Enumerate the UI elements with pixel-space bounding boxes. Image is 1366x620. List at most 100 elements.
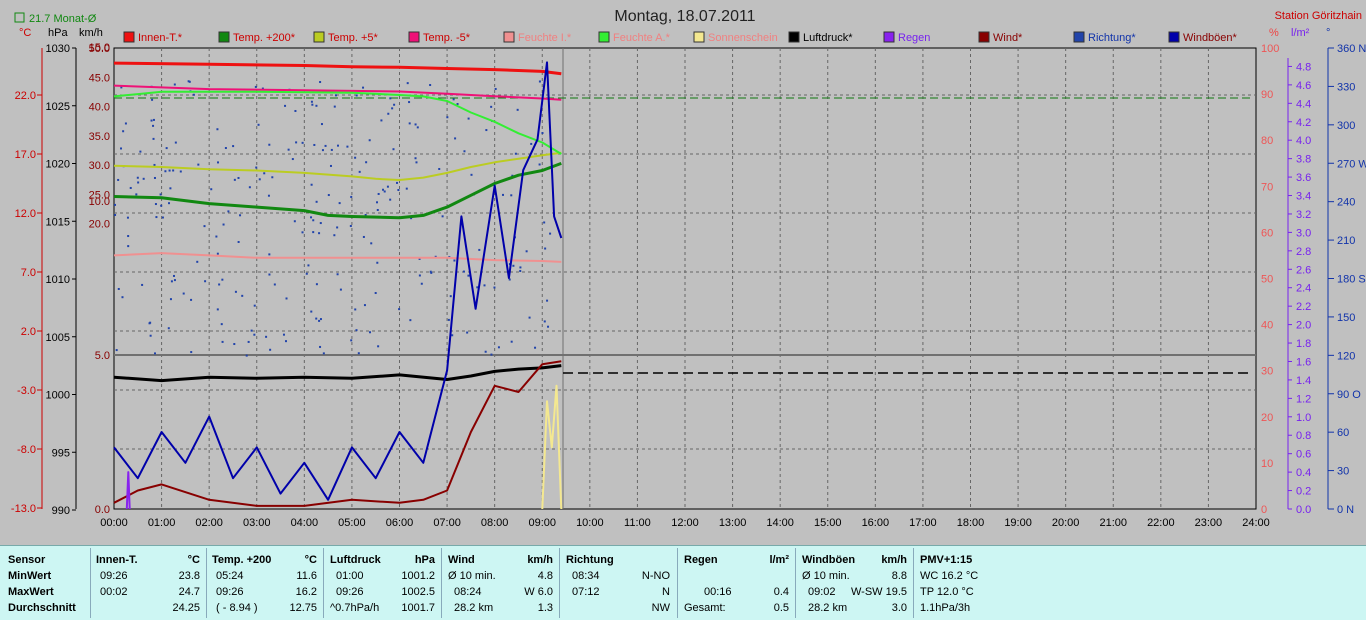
direction-dot	[416, 126, 419, 129]
tick-label-time: 02:00	[195, 517, 223, 529]
direction-dot	[295, 141, 298, 144]
direction-dot	[258, 178, 261, 181]
tick-label-temp: -8.0	[17, 444, 36, 456]
tick-label-hpa: 995	[52, 447, 70, 459]
legend-label: Temp. -5*	[423, 32, 471, 44]
tick-label-kmh: 30.0	[89, 160, 110, 172]
direction-dot	[510, 340, 513, 343]
tick-label-rain: 0.2	[1296, 486, 1311, 498]
direction-dot	[287, 148, 290, 151]
stats-boen-title: Windböen	[802, 554, 856, 566]
direction-dot	[336, 144, 339, 147]
tick-label-time: 07:00	[433, 517, 461, 529]
direction-dot	[233, 178, 236, 181]
direction-dot	[294, 109, 297, 112]
direction-dot	[329, 164, 332, 167]
direction-dot	[151, 98, 154, 101]
tick-label-pct: 60	[1261, 227, 1273, 239]
stats-luft-col: Luftdruck hPa 01:00 1001.2 09:26 1002.5 ^0.…	[330, 552, 435, 616]
direction-dot	[549, 232, 552, 235]
stats-value: 0.5	[773, 602, 789, 614]
tick-label-rain: 4.6	[1296, 80, 1311, 92]
direction-dot	[483, 284, 486, 287]
direction-dot	[355, 329, 358, 332]
direction-dot	[451, 334, 454, 337]
stats-luft-unit: hPa	[414, 554, 435, 566]
direction-dot	[333, 234, 336, 237]
direction-dot	[221, 340, 224, 343]
direction-dot	[267, 194, 270, 197]
stats-value: 11.6	[296, 570, 317, 582]
direction-dot	[408, 122, 411, 125]
tick-label-rain: 2.4	[1296, 283, 1311, 295]
tick-label-time: 09:00	[528, 517, 556, 529]
month-avg-label: 21.7 Monat-Ø	[29, 13, 97, 25]
direction-dot	[237, 240, 240, 243]
stats-cell: 09:02	[808, 586, 836, 598]
direction-dot	[253, 304, 256, 307]
direction-dot	[148, 322, 151, 325]
stats-value: NW	[651, 602, 670, 614]
stats-wind-title: Wind	[448, 554, 475, 566]
tick-label-temp: 7.0	[21, 267, 36, 279]
stats-value: N	[662, 586, 670, 598]
direction-dot	[190, 351, 193, 354]
direction-dot	[293, 220, 296, 223]
tick-label-dir: 210	[1337, 235, 1355, 247]
direction-dot	[269, 348, 272, 351]
direction-dot	[319, 318, 322, 321]
stats-cell: Ø 10 min.	[802, 570, 850, 582]
tick-label-time: 17:00	[909, 517, 937, 529]
tick-label-rain: 1.2	[1296, 393, 1311, 405]
stats-value: 1.1hPa/3h	[920, 602, 971, 614]
tick-label-pct: 40	[1261, 320, 1273, 332]
legend-label: Sonnenschein	[708, 32, 778, 44]
direction-dot	[336, 226, 339, 229]
tick-label-rain: 4.8	[1296, 61, 1311, 73]
legend: Innen-T.* Temp. +200* Temp. +5* Temp. -5* Fe…	[123, 31, 1238, 44]
stats-value: 1001.7	[401, 602, 435, 614]
direction-dot	[122, 130, 125, 133]
stats-cell: 09:26	[100, 570, 128, 582]
direction-dot	[339, 288, 342, 291]
tick-label-hpa: 1030	[46, 43, 70, 55]
stats-value: 1002.5	[401, 586, 435, 598]
tick-label-time: 20:00	[1052, 517, 1080, 529]
stats-value: 1.3	[537, 602, 553, 614]
tick-label-dir: 30	[1337, 466, 1349, 478]
direction-dot	[429, 84, 432, 87]
direction-dot	[173, 83, 176, 86]
direction-dot	[120, 147, 123, 150]
tick-label-rain: 4.4	[1296, 98, 1311, 110]
tick-label-hpa: 990	[52, 505, 70, 517]
direction-dot	[322, 352, 325, 355]
direction-dot	[318, 319, 321, 322]
direction-dot	[391, 107, 394, 110]
direction-dot	[429, 270, 432, 273]
direction-dot	[160, 204, 163, 207]
direction-dot	[320, 123, 323, 126]
direction-dot	[324, 144, 327, 147]
direction-dot	[370, 242, 373, 245]
direction-dot	[310, 310, 313, 313]
direction-dot	[255, 166, 258, 169]
direction-dot	[365, 161, 368, 164]
direction-dot	[169, 298, 172, 301]
direction-dot	[159, 193, 162, 196]
tick-label-temp: 22.0	[15, 90, 36, 102]
direction-dot	[389, 198, 392, 201]
direction-dot	[221, 278, 224, 281]
direction-dot	[547, 325, 550, 328]
tick-label-pct: 80	[1261, 135, 1273, 147]
direction-dot	[376, 201, 379, 204]
direction-dot	[190, 298, 193, 301]
legend-swatch	[598, 31, 610, 43]
stats-boen-col: Windböen km/h Ø 10 min. 8.8 09:02 W-SW 19.5…	[802, 552, 907, 616]
tick-label-dir: 150	[1337, 312, 1355, 324]
tick-label-temp: -13.0	[11, 503, 36, 515]
stats-regen-title: Regen	[684, 554, 718, 566]
direction-dot	[154, 352, 157, 355]
stats-row-label: MinWert	[8, 570, 52, 582]
direction-dot	[510, 194, 513, 197]
stats-cell: 28.2 km	[808, 602, 848, 614]
